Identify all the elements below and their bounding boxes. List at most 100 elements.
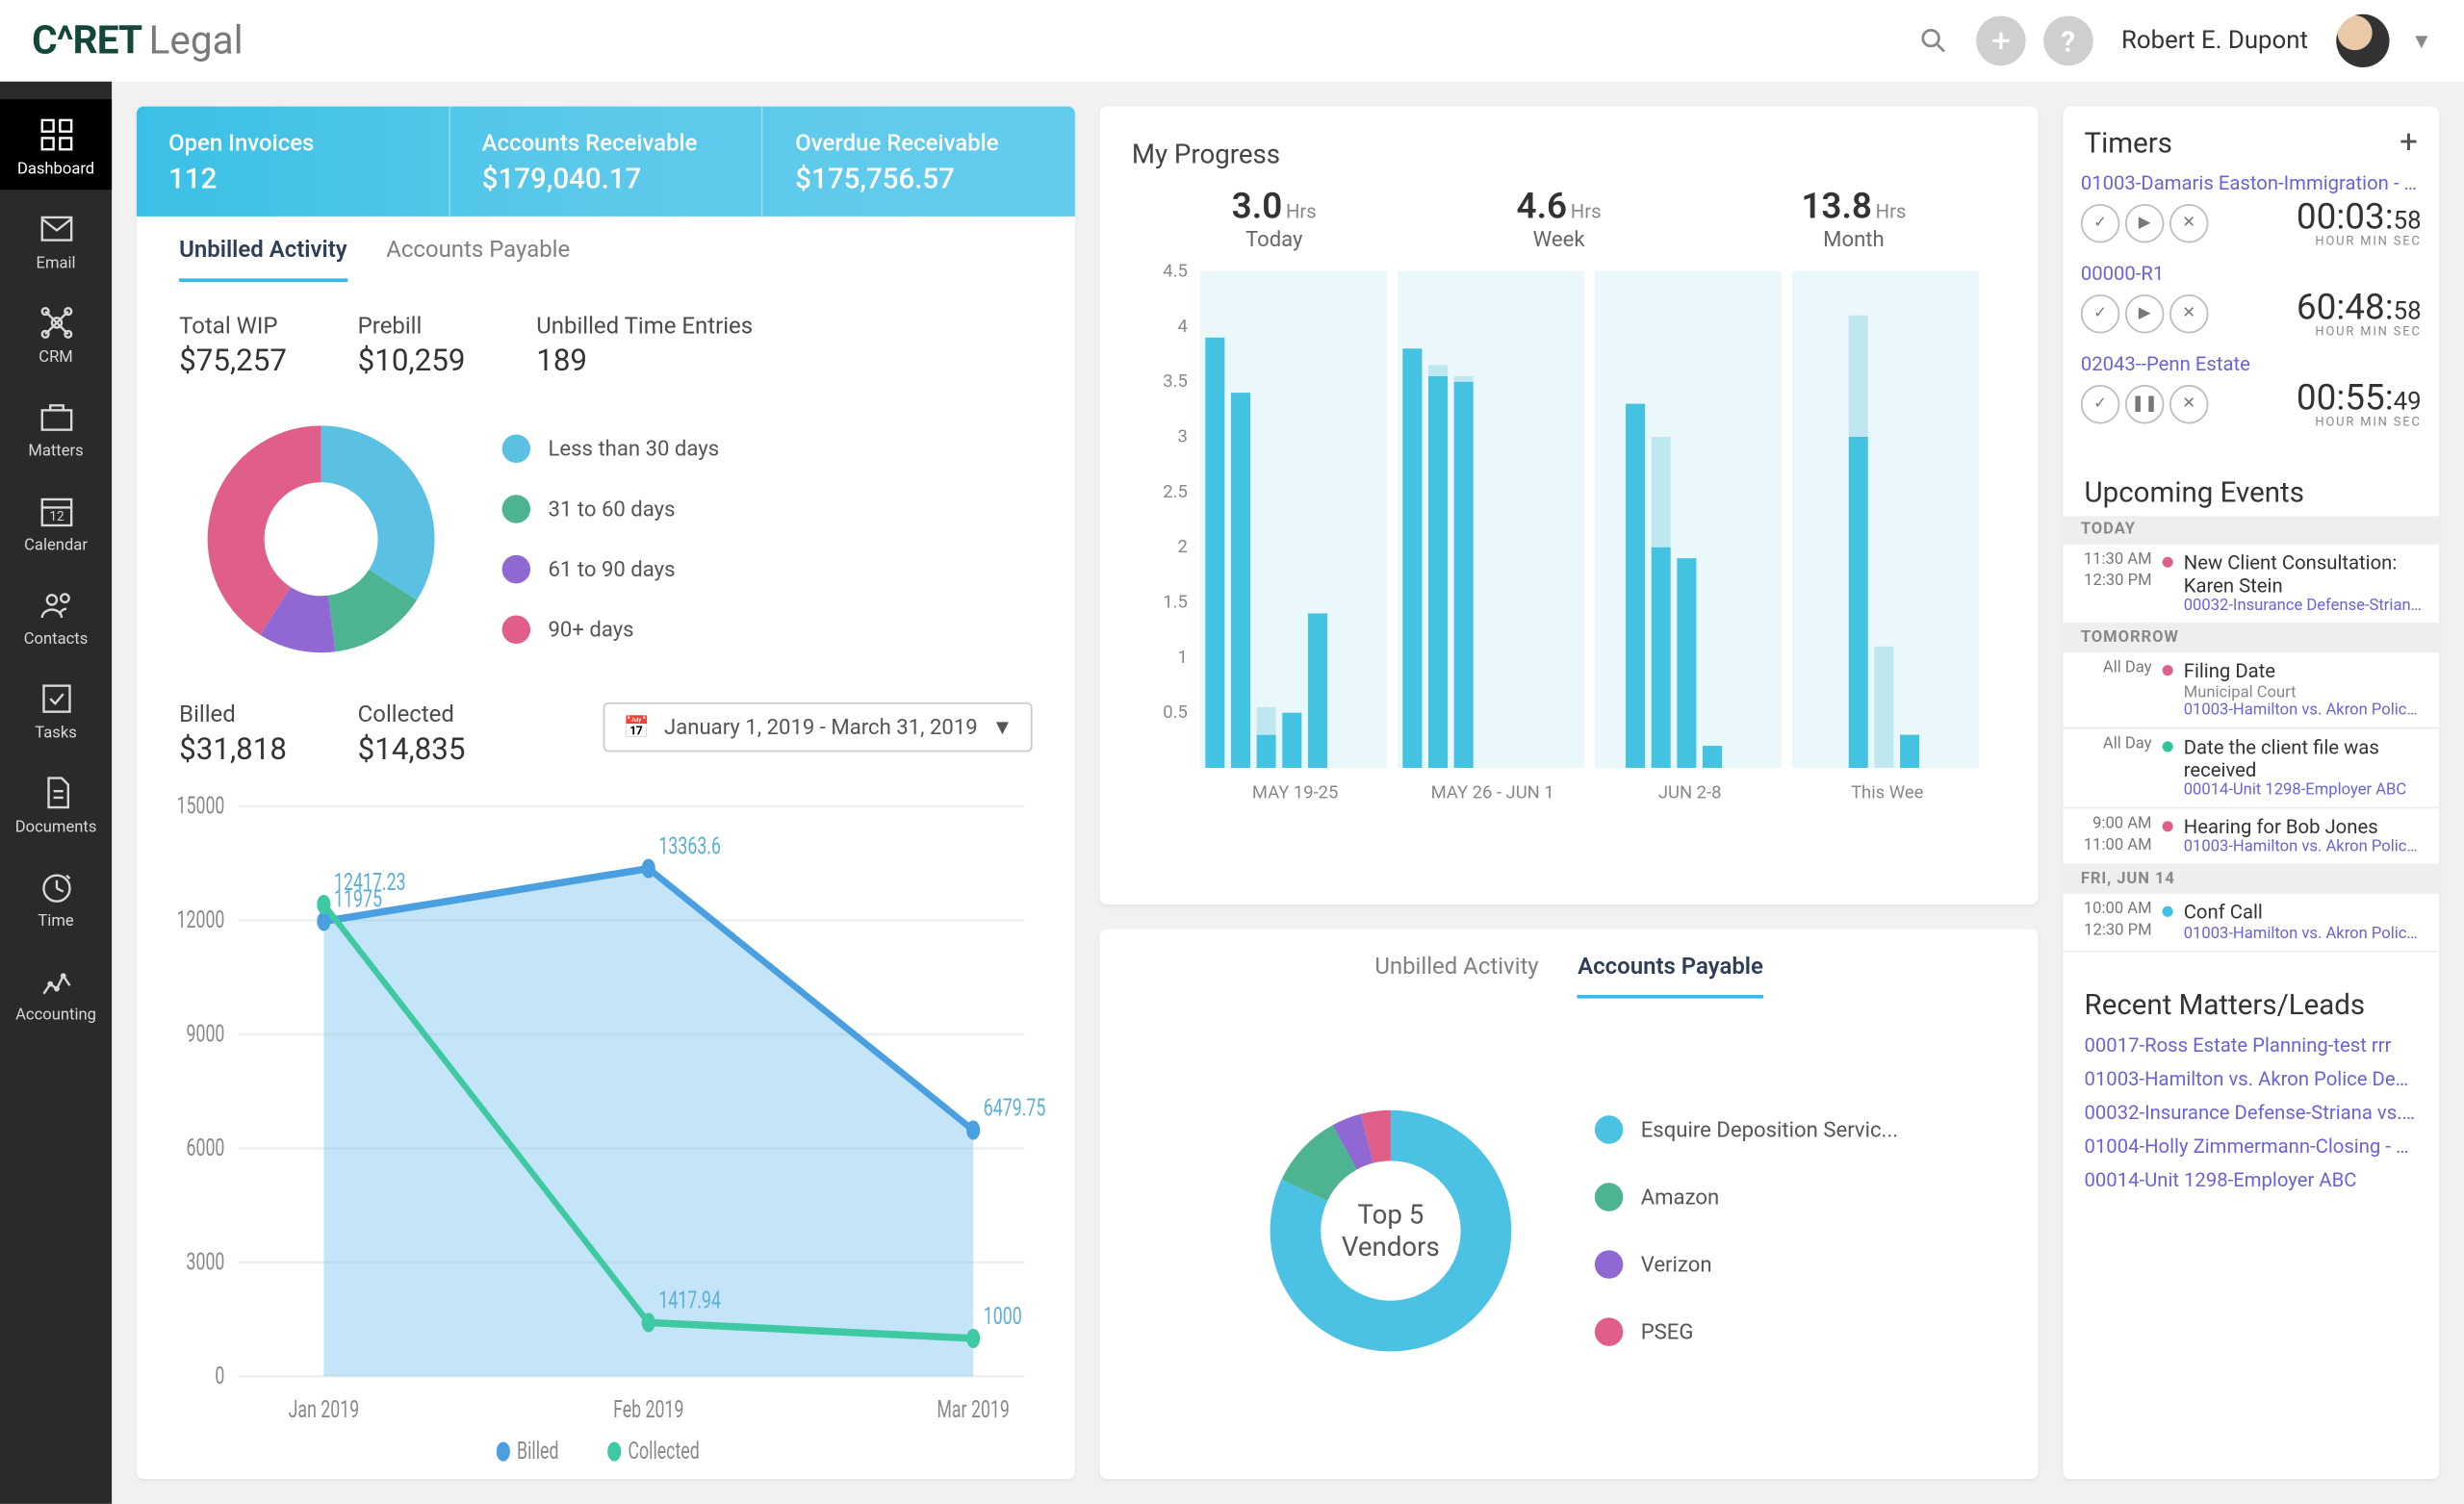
tasks-icon [35, 677, 77, 720]
billed-collected-line-chart: 03000600090001200015000Jan 2019Feb 2019M… [162, 782, 1050, 1462]
svg-text:6479.75: 6479.75 [984, 1094, 1046, 1122]
svg-text:3000: 3000 [186, 1249, 224, 1277]
timer-cancel-button[interactable]: ✕ [2169, 385, 2209, 424]
sidebar-item-documents[interactable]: Documents [0, 757, 112, 848]
app-logo: C^RET Legal [32, 18, 243, 63]
progress-stat-today: 3.0HrsToday [1232, 185, 1317, 252]
progress-bar-chart: 0.511.522.533.544.5MAY 19-25MAY 26 - JUN… [1132, 263, 2007, 812]
event-color-dot [2163, 666, 2173, 676]
sidebar-item-time[interactable]: Time [0, 852, 112, 942]
event-item[interactable]: 11:30 AM12:30 PM New Client Consultation… [2063, 545, 2439, 625]
event-item[interactable]: All Day Filing Date Municipal Court 0100… [2063, 653, 2439, 728]
timer-matter-link[interactable]: 00000-R1 [2081, 263, 2422, 286]
timer-pause-button[interactable]: ❚❚ [2125, 385, 2165, 424]
user-name[interactable]: Robert E. Dupont [2121, 27, 2308, 55]
kpi-open invoices[interactable]: Open Invoices112 [137, 107, 450, 217]
event-color-dot [2163, 557, 2173, 568]
recent-matter-link[interactable]: 00017-Ross Estate Planning-test rrr [2085, 1028, 2418, 1061]
tab-unbilled activity[interactable]: Unbilled Activity [179, 238, 347, 282]
event-matter-link[interactable]: 00032-Insurance Defense-Striana vs. Aml [2184, 599, 2426, 616]
legend-item: PSEG [1595, 1316, 1898, 1344]
time-icon [35, 865, 77, 907]
event-matter-link[interactable]: 01003-Hamilton vs. Akron Police Departn [2184, 839, 2426, 856]
recent-matter-link[interactable]: 00014-Unit 1298-Employer ABC [2085, 1162, 2418, 1196]
add-button[interactable] [1976, 16, 2026, 66]
tab-accounts payable[interactable]: Accounts Payable [386, 238, 570, 282]
legend-item: Esquire Deposition Servic... [1595, 1114, 1898, 1142]
event-color-dot [2163, 741, 2173, 752]
vendors-card: Unbilled ActivityAccounts Payable Top 5V… [1100, 930, 2039, 1479]
legend-item: Less than 30 days [502, 435, 720, 463]
events-header: Upcoming Events [2063, 457, 2439, 516]
event-item[interactable]: All Day Date the client file was receive… [2063, 728, 2439, 809]
tab-accounts payable[interactable]: Accounts Payable [1578, 955, 1763, 999]
event-matter-link[interactable]: 01003-Hamilton vs. Akron Police Departn [2184, 701, 2426, 719]
event-matter-link[interactable]: 01003-Hamilton vs. Akron Police Departn [2184, 925, 2426, 942]
legend-item: 61 to 90 days [502, 555, 720, 583]
timer-cancel-button[interactable]: ✕ [2169, 294, 2209, 334]
search-button[interactable] [1909, 16, 1959, 66]
timer-item: 00000-R1 ✓ ▶ ✕ 60:48:58 HOUR MIN SEC [2063, 259, 2439, 349]
timer-complete-button[interactable]: ✓ [2081, 294, 2120, 334]
timer-elapsed: 00:03:58 HOUR MIN SEC [2297, 198, 2422, 248]
event-section-header: FRI, JUN 14 [2063, 866, 2439, 894]
svg-text:3: 3 [1178, 427, 1188, 447]
sidebar-item-calendar[interactable]: 12Calendar [0, 475, 112, 566]
timer-complete-button[interactable]: ✓ [2081, 204, 2120, 243]
tab-unbilled activity[interactable]: Unbilled Activity [1374, 955, 1538, 999]
event-matter-link[interactable]: 00014-Unit 1298-Employer ABC [2184, 782, 2426, 800]
add-timer-button[interactable]: + [2400, 124, 2418, 162]
timer-matter-link[interactable]: 01003-Damaris Easton-Immigration - Damar… [2081, 172, 2422, 195]
timer-item: 02043--Penn Estate ✓ ❚❚ ✕ 00:55:49 HOUR … [2063, 349, 2439, 440]
svg-text:MAY 26 - JUN 1: MAY 26 - JUN 1 [1431, 782, 1554, 803]
svg-text:12000: 12000 [177, 906, 225, 934]
kpi-overdue receivable[interactable]: Overdue Receivable$175,756.57 [763, 107, 1075, 217]
svg-text:1: 1 [1178, 648, 1188, 668]
svg-text:This Wee: This Wee [1851, 782, 1924, 803]
legend-item: 90+ days [502, 616, 720, 644]
timer-play-button[interactable]: ▶ [2125, 294, 2165, 334]
chevron-down-icon: ▼ [991, 715, 1013, 740]
svg-text:Mar 2019: Mar 2019 [937, 1396, 1009, 1424]
sidebar-item-accounting[interactable]: Accounting [0, 945, 112, 1035]
contacts-icon [35, 583, 77, 625]
sidebar-item-matters[interactable]: Matters [0, 381, 112, 472]
sidebar: DashboardEmailCRMMatters12CalendarContac… [0, 82, 112, 1504]
calendar-icon: 📅 [624, 715, 651, 740]
documents-icon [35, 772, 77, 814]
recent-matter-link[interactable]: 01003-Hamilton vs. Akron Police Departme… [2085, 1061, 2418, 1095]
recent-matter-link[interactable]: 00032-Insurance Defense-Striana vs. Ambe… [2085, 1095, 2418, 1129]
timer-elapsed: 00:55:49 HOUR MIN SEC [2297, 379, 2422, 429]
svg-text:1000: 1000 [984, 1303, 1022, 1331]
sidebar-item-crm[interactable]: CRM [0, 288, 112, 378]
briefcase-icon [35, 395, 77, 438]
progress-stat-week: 4.6HrsWeek [1517, 185, 1602, 252]
progress-stat-month: 13.8HrsMonth [1801, 185, 1906, 252]
timer-complete-button[interactable]: ✓ [2081, 385, 2120, 424]
aging-donut-chart [179, 397, 463, 681]
timer-play-button[interactable]: ▶ [2125, 204, 2165, 243]
avatar[interactable] [2336, 14, 2389, 67]
event-item[interactable]: 9:00 AM11:00 AM Hearing for Bob Jones 01… [2063, 808, 2439, 866]
event-section-header: TOMORROW [2063, 625, 2439, 652]
svg-text:12: 12 [48, 509, 64, 524]
sidebar-item-contacts[interactable]: Contacts [0, 570, 112, 660]
help-button[interactable]: ? [2043, 16, 2093, 66]
collected-metric: Collected $14,835 [358, 702, 466, 768]
svg-text:Collected: Collected [628, 1438, 699, 1461]
svg-text:6000: 6000 [186, 1134, 224, 1162]
metric-total wip: Total WIP$75,257 [179, 314, 287, 379]
timer-cancel-button[interactable]: ✕ [2169, 204, 2209, 243]
event-item[interactable]: 10:00 AM12:30 PM Conf Call 01003-Hamilto… [2063, 894, 2439, 952]
kpi-accounts receivable[interactable]: Accounts Receivable$179,040.17 [450, 107, 764, 217]
svg-text:2: 2 [1178, 537, 1188, 557]
metric-prebill: Prebill$10,259 [358, 314, 466, 379]
sidebar-item-email[interactable]: Email [0, 193, 112, 284]
sidebar-item-tasks[interactable]: Tasks [0, 663, 112, 753]
recent-matter-link[interactable]: 01004-Holly Zimmermann-Closing - 2619 Gl… [2085, 1129, 2418, 1162]
timer-matter-link[interactable]: 02043--Penn Estate [2081, 353, 2422, 376]
user-menu-chevron-icon[interactable]: ▼ [2411, 28, 2432, 53]
billed-metric: Billed $31,818 [179, 702, 287, 768]
sidebar-item-dashboard[interactable]: Dashboard [0, 99, 112, 190]
date-range-picker[interactable]: 📅 January 1, 2019 - March 31, 2019 ▼ [603, 702, 1032, 752]
